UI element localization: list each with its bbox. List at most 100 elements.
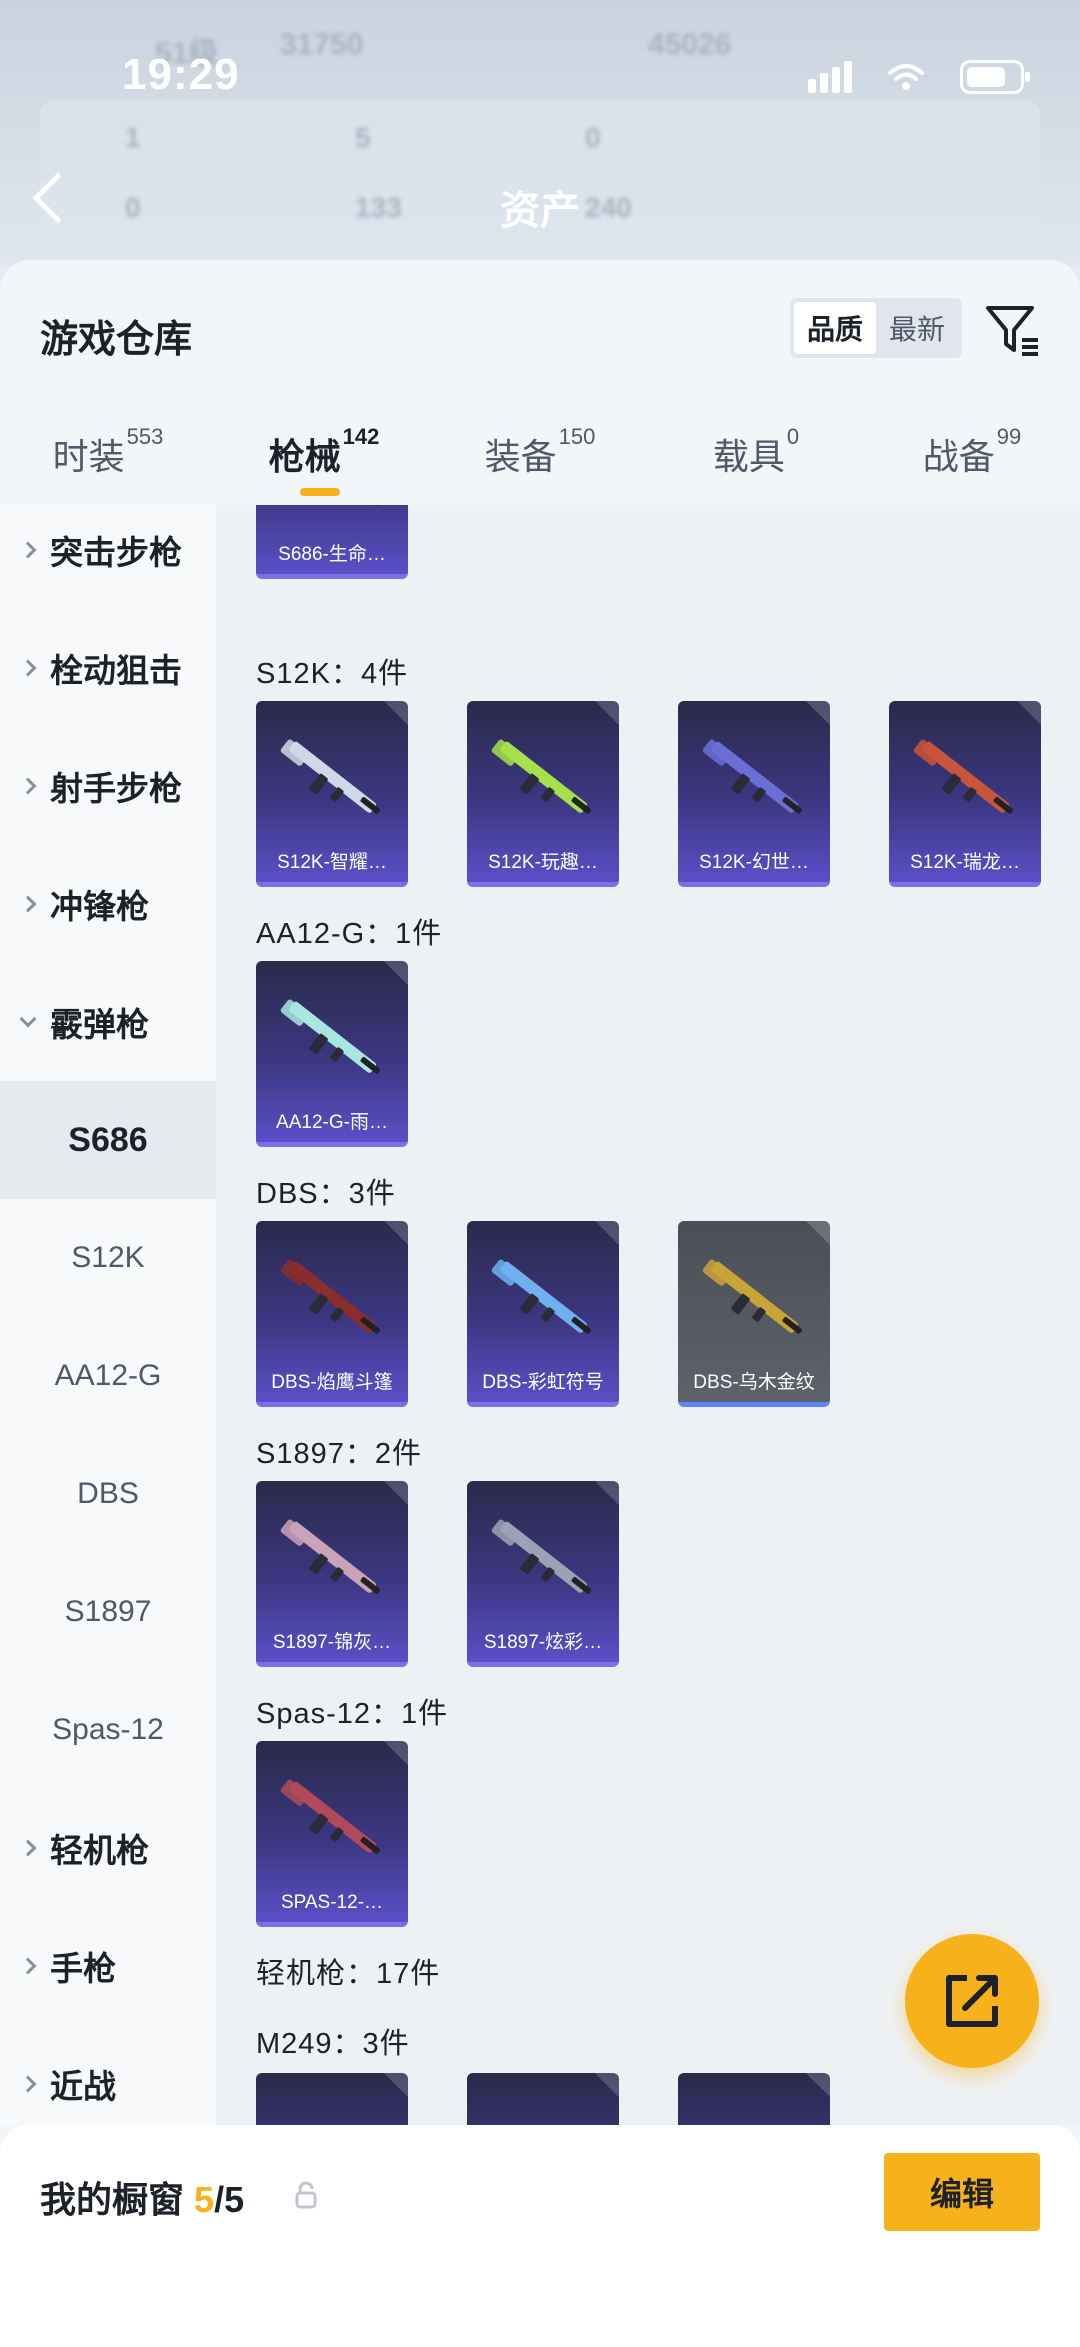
gun-image-icon bbox=[280, 739, 380, 814]
chevron-right-icon bbox=[19, 541, 37, 559]
weapon-card-name: SPAS-12-… bbox=[280, 1892, 384, 1913]
weapon-card-name: S12K-瑞龙… bbox=[910, 852, 1020, 873]
tab-vehicles[interactable]: 载具0 bbox=[648, 420, 864, 500]
sidebar-subitem-aa12g[interactable]: AA12-G bbox=[0, 1317, 216, 1435]
category-tabs: 时装553 枪械142 装备150 载具0 战备99 bbox=[0, 420, 1080, 500]
section-label-lmg: 轻机枪：17件 bbox=[256, 1958, 441, 1990]
share-icon bbox=[946, 1975, 998, 2027]
gun-image-icon bbox=[491, 739, 591, 814]
tab-equipment[interactable]: 装备150 bbox=[432, 420, 648, 500]
weapon-card[interactable]: S1897-锦灰… bbox=[256, 1481, 408, 1667]
blurred-stat-2: 5 bbox=[355, 122, 371, 153]
weapon-card[interactable]: SPAS-12-… bbox=[256, 1741, 408, 1927]
weapon-card[interactable]: DBS-焰鹰斗篷 bbox=[256, 1221, 408, 1407]
tab-count: 553 bbox=[126, 424, 164, 449]
weapon-card[interactable]: DBS-彩虹符号 bbox=[467, 1221, 619, 1407]
blurred-stat-1: 1 bbox=[125, 122, 141, 153]
blurred-stat-5: 133 bbox=[355, 192, 402, 223]
tab-supplies[interactable]: 战备99 bbox=[864, 420, 1080, 500]
gun-image-icon bbox=[491, 1519, 591, 1594]
sort-toggle[interactable]: 品质 最新 bbox=[790, 298, 962, 358]
sidebar-item-smg[interactable]: 冲锋枪 bbox=[0, 845, 216, 963]
weapon-card-name: S12K-玩趣… bbox=[488, 852, 598, 873]
chevron-right-icon bbox=[19, 895, 37, 913]
sidebar-subitem-s12k[interactable]: S12K bbox=[0, 1199, 216, 1317]
section-label-s12k: S12K：4件 bbox=[256, 658, 409, 690]
chevron-right-icon bbox=[19, 659, 37, 677]
tab-count: 0 bbox=[786, 424, 800, 449]
sidebar-subitem-s686[interactable]: S686 bbox=[0, 1081, 216, 1199]
filter-icon[interactable] bbox=[982, 300, 1042, 360]
tab-count: 142 bbox=[342, 424, 380, 449]
weapon-card-name: S12K-幻世… bbox=[699, 852, 809, 873]
sort-newest[interactable]: 最新 bbox=[876, 302, 958, 354]
section-label-s1897: S1897：2件 bbox=[256, 1438, 422, 1470]
weapon-card[interactable] bbox=[256, 2073, 408, 2125]
sort-quality[interactable]: 品质 bbox=[794, 302, 876, 354]
sidebar-item-lmg[interactable]: 轻机枪 bbox=[0, 1789, 216, 1907]
edit-button[interactable]: 编辑 bbox=[884, 2153, 1040, 2231]
sidebar-item-pistol[interactable]: 手枪 bbox=[0, 1907, 216, 2025]
sidebar-subitem-spas12[interactable]: Spas-12 bbox=[0, 1671, 216, 1789]
weapon-card[interactable]: S1897-炫彩… bbox=[467, 1481, 619, 1667]
lock-icon bbox=[295, 2181, 317, 2209]
sidebar-subitem-s1897[interactable]: S1897 bbox=[0, 1553, 216, 1671]
weapon-card[interactable]: S12K-智耀… bbox=[256, 701, 408, 887]
status-icons bbox=[808, 60, 1030, 94]
chevron-right-icon bbox=[19, 2075, 37, 2093]
weapon-card[interactable]: S12K-幻世… bbox=[678, 701, 830, 887]
weapon-category-nav: 突击步枪 栓动狙击 射手步枪 冲锋枪 霰弹枪 S686 S12K AA12-G … bbox=[0, 505, 216, 2125]
sidebar-item-marksman-rifle[interactable]: 射手步枪 bbox=[0, 727, 216, 845]
weapon-card[interactable] bbox=[678, 2073, 830, 2125]
weapon-card-name: S686-生命… bbox=[278, 544, 386, 565]
signal-icon bbox=[808, 61, 852, 93]
showcase-title: 我的橱窗 5/5 bbox=[40, 2179, 245, 2220]
tab-guns[interactable]: 枪械142 bbox=[216, 420, 432, 500]
tab-count: 99 bbox=[996, 424, 1022, 449]
blurred-stat-6: 240 bbox=[585, 192, 632, 223]
weapon-card-name: S1897-锦灰… bbox=[272, 1632, 392, 1653]
gun-image-icon bbox=[280, 999, 380, 1074]
tab-count: 150 bbox=[558, 424, 596, 449]
gun-image-icon bbox=[702, 739, 802, 814]
section-label-aa12g: AA12-G：1件 bbox=[256, 918, 443, 950]
section-label-dbs: DBS：3件 bbox=[256, 1178, 396, 1210]
gun-image-icon bbox=[280, 1519, 380, 1594]
blurred-score: 31750 bbox=[280, 28, 364, 61]
weapon-card[interactable]: S12K-瑞龙… bbox=[889, 701, 1041, 887]
showcase-total: /5 bbox=[214, 2179, 245, 2220]
weapon-card-name: DBS-彩虹符号 bbox=[482, 1372, 604, 1393]
sidebar-item-bolt-sniper[interactable]: 栓动狙击 bbox=[0, 609, 216, 727]
weapon-card[interactable]: S686-生命… bbox=[256, 505, 408, 579]
weapon-card[interactable]: AA12-G-雨… bbox=[256, 961, 408, 1147]
share-button[interactable] bbox=[905, 1934, 1039, 2068]
tab-fashion[interactable]: 时装553 bbox=[0, 420, 216, 500]
weapon-card[interactable] bbox=[467, 2073, 619, 2125]
weapon-card[interactable]: DBS-乌木金纹 bbox=[678, 1221, 830, 1407]
weapon-card-name: DBS-乌木金纹 bbox=[693, 1372, 815, 1393]
section-label-m249: M249：3件 bbox=[256, 2028, 410, 2060]
blurred-stat-4: 0 bbox=[125, 192, 141, 223]
weapon-card-name: S1897-炫彩… bbox=[483, 1632, 603, 1653]
weapon-card-name: DBS-焰鹰斗篷 bbox=[271, 1372, 393, 1393]
gun-image-icon bbox=[491, 1259, 591, 1334]
blurred-stat-3: 0 bbox=[585, 122, 601, 153]
sidebar-item-shotgun[interactable]: 霰弹枪 bbox=[0, 963, 216, 1081]
gun-image-icon bbox=[702, 1259, 802, 1334]
background-header: 51级 31750 45026 1 5 0 0 133 240 19:29 资产 bbox=[0, 0, 1080, 265]
battery-icon bbox=[960, 60, 1030, 94]
showcase-count: 5 bbox=[194, 2179, 215, 2220]
background-title: 资产 bbox=[500, 189, 580, 233]
wifi-icon bbox=[888, 64, 924, 90]
sheet-title: 游戏仓库 bbox=[40, 319, 193, 361]
weapon-list: S686-生命… S12K：4件 S12K-智耀… S12K-玩趣… S12K-… bbox=[216, 505, 1080, 2125]
weapon-card-name: S12K-智耀… bbox=[277, 852, 387, 873]
weapon-card[interactable]: S12K-玩趣… bbox=[467, 701, 619, 887]
sidebar-subitem-dbs[interactable]: DBS bbox=[0, 1435, 216, 1553]
gun-image-icon bbox=[280, 1779, 380, 1854]
gun-image-icon bbox=[360, 505, 380, 506]
sidebar-item-assault-rifle[interactable]: 突击步枪 bbox=[0, 491, 216, 609]
chevron-down-icon bbox=[19, 1010, 37, 1028]
gun-image-icon bbox=[280, 1259, 380, 1334]
showcase-bar: 我的橱窗 5/5 编辑 bbox=[0, 2125, 1080, 2347]
